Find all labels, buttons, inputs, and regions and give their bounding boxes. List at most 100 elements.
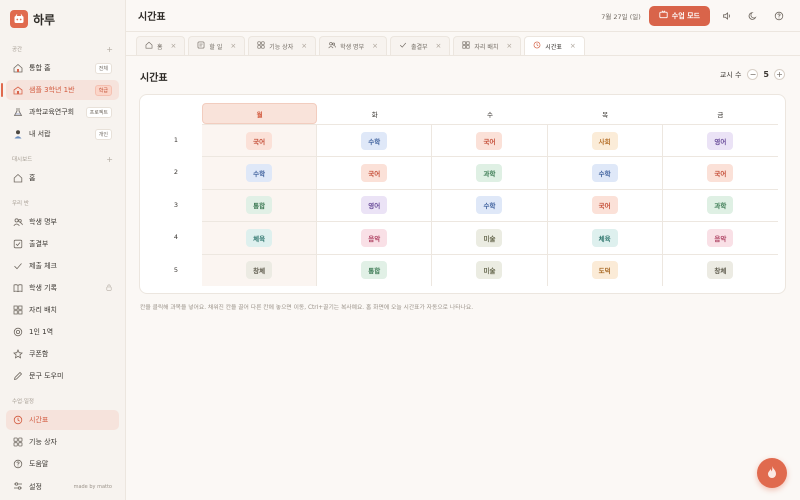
timetable-cell[interactable]: 국어	[663, 157, 778, 188]
subject-pill[interactable]: 국어	[591, 196, 618, 215]
timetable-cell[interactable]: 국어	[548, 189, 663, 222]
timetable-cell[interactable]: 수학	[432, 189, 548, 222]
tab[interactable]: 할 일 ×	[188, 36, 246, 55]
timetable-cell[interactable]: 과학	[663, 190, 778, 221]
sidebar-item[interactable]: 시간표	[6, 410, 119, 430]
sidebar-item[interactable]: 제출 체크	[6, 256, 119, 276]
close-icon[interactable]: ×	[171, 42, 177, 50]
settings-link[interactable]: 설정	[29, 482, 42, 492]
timetable-cell[interactable]: 통합	[202, 189, 318, 222]
close-icon[interactable]: ×	[436, 42, 442, 50]
timetable-cell[interactable]: 사회	[548, 125, 663, 157]
sidebar-item[interactable]: 도움말	[6, 454, 119, 474]
sidebar-item[interactable]: 자리 배치	[6, 300, 119, 320]
tab[interactable]: 시간표 ×	[524, 36, 585, 55]
sidebar-item[interactable]: 쿠폰함	[6, 344, 119, 364]
timetable-cell[interactable]: 창체	[202, 254, 318, 286]
sidebar-item[interactable]: 학생 기록	[6, 278, 119, 298]
subject-pill[interactable]: 영어	[361, 196, 388, 215]
subject-pill[interactable]: 사회	[591, 131, 618, 150]
help-note: 칸을 클릭해 과목을 넣어요. 채워진 칸을 끌어 다른 칸에 놓으면 이동, …	[140, 305, 474, 311]
sidebar-item[interactable]: 1인 1역	[6, 322, 119, 342]
close-icon[interactable]: ×	[301, 42, 307, 50]
subject-pill[interactable]: 영어	[707, 131, 734, 150]
sidebar-item[interactable]: 홈	[6, 168, 119, 188]
sidebar-item-label: 도움말	[29, 460, 49, 468]
timetable-cell[interactable]: 수학	[202, 157, 318, 189]
tab[interactable]: 홈 ×	[136, 36, 186, 55]
sidebar-item-tag: 학급	[94, 84, 112, 96]
subject-pill[interactable]: 수학	[361, 131, 388, 150]
sidebar-item[interactable]: 통합 홈 전체	[6, 58, 119, 78]
tab[interactable]: 출결부 ×	[389, 36, 451, 55]
subject-pill[interactable]: 국어	[476, 131, 503, 150]
subject-pill[interactable]: 음악	[707, 228, 734, 247]
timetable-cell[interactable]: 창체	[663, 255, 778, 286]
settings-icon[interactable]	[13, 481, 23, 493]
close-icon[interactable]: ×	[230, 42, 236, 50]
subject-pill[interactable]: 국어	[707, 164, 734, 183]
moon-icon[interactable]	[744, 7, 762, 25]
subject-pill[interactable]: 수학	[476, 196, 503, 215]
timetable-cell[interactable]: 수학	[548, 157, 663, 189]
subject-pill[interactable]: 창체	[707, 261, 734, 280]
period-decrease-button[interactable]: −	[747, 69, 759, 80]
timetable-cell[interactable]: 국어	[202, 125, 318, 157]
tab-label: 학생 명부	[340, 43, 365, 51]
sidebar-item[interactable]: 샘플 3학년 1반 학급	[1, 80, 119, 100]
subject-pill[interactable]: 과학	[476, 164, 503, 183]
timetable-cell[interactable]: 영어	[663, 125, 778, 156]
sidebar-item[interactable]: 문구 도우미	[6, 366, 119, 386]
timetable-cell[interactable]: 체육	[548, 222, 663, 254]
subject-pill[interactable]: 체육	[246, 228, 273, 247]
sidebar-item[interactable]: 내 서랍 개인	[6, 124, 119, 144]
timetable-cell[interactable]: 과학	[432, 157, 548, 189]
fire-fab-button[interactable]	[757, 458, 787, 488]
subject-pill[interactable]: 도덕	[591, 261, 618, 280]
timetable-cell[interactable]: 도덕	[548, 254, 663, 286]
close-icon[interactable]: ×	[570, 42, 576, 50]
add-icon[interactable]: +	[106, 155, 113, 164]
period-increase-button[interactable]: +	[774, 69, 785, 80]
class-mode-button[interactable]: 수업 모드	[648, 5, 710, 26]
subject-pill[interactable]: 음악	[361, 228, 388, 247]
timetable-cell[interactable]: 미술	[432, 254, 548, 286]
subject-pill[interactable]: 창체	[246, 261, 273, 280]
timetable-cell[interactable]: 통합	[317, 254, 433, 286]
subject-pill[interactable]: 미술	[476, 261, 503, 280]
timetable-cell[interactable]: 미술	[432, 222, 548, 254]
timetable-cell[interactable]: 국어	[432, 125, 548, 157]
subject-pill[interactable]: 국어	[361, 164, 388, 183]
timetable-cell[interactable]: 국어	[317, 157, 433, 189]
timetable-cell[interactable]: 음악	[663, 222, 778, 253]
apps-icon	[257, 41, 265, 51]
subject-pill[interactable]: 수학	[246, 164, 273, 183]
timetable-cell[interactable]: 수학	[317, 125, 433, 157]
subject-pill[interactable]: 통합	[361, 261, 388, 280]
subject-pill[interactable]: 수학	[591, 164, 618, 183]
section-title: 대시보드	[12, 157, 33, 163]
sound-icon[interactable]	[718, 7, 736, 25]
tab[interactable]: 학생 명부 ×	[319, 36, 387, 55]
person-icon	[13, 129, 23, 139]
help-icon[interactable]	[770, 7, 788, 25]
timetable-cell[interactable]: 체육	[202, 222, 318, 254]
timetable-cell[interactable]: 음악	[317, 222, 433, 254]
sidebar-item[interactable]: 기능 상자	[6, 432, 119, 452]
sidebar-item[interactable]: 과학교육연구회 프로젝트	[6, 102, 119, 122]
close-icon[interactable]: ×	[372, 42, 378, 50]
subject-pill[interactable]: 국어	[246, 131, 273, 150]
timetable-cell[interactable]: 영어	[317, 189, 433, 222]
close-icon[interactable]: ×	[506, 42, 512, 50]
sidebar-item[interactable]: 학생 명부	[6, 212, 119, 232]
subject-pill[interactable]: 과학	[707, 196, 734, 215]
tab[interactable]: 기능 상자 ×	[248, 36, 317, 55]
subject-pill[interactable]: 통합	[246, 196, 273, 215]
subject-pill[interactable]: 체육	[591, 228, 618, 247]
add-icon[interactable]: +	[106, 45, 113, 54]
main-title: 시간표	[140, 73, 168, 84]
sidebar-item[interactable]: 출결부	[6, 234, 119, 254]
tab[interactable]: 자리 배치 ×	[453, 36, 522, 55]
subject-pill[interactable]: 미술	[476, 228, 503, 247]
app-logo[interactable]: 하루	[0, 0, 125, 38]
